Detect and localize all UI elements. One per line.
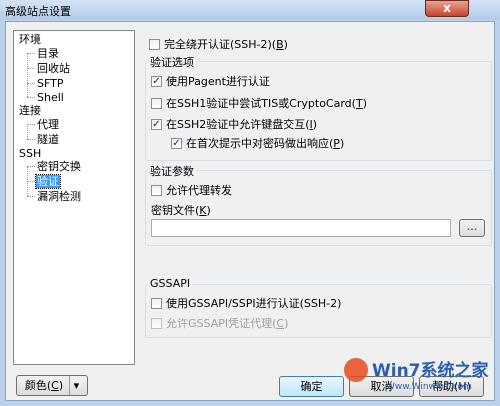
checkbox-box[interactable] <box>151 317 162 329</box>
watermark-circle <box>344 358 368 382</box>
watermark-text: Win7系统之家 <box>372 360 489 381</box>
tree-item-directory[interactable]: 目录 <box>36 47 60 60</box>
tree-line <box>27 83 35 84</box>
title-bar[interactable]: 高级站点设置 x <box>0 0 500 20</box>
checkbox-box[interactable] <box>151 97 162 109</box>
watermark-graphic: Win7系统之家 Www.Winwin7.com <box>344 358 489 392</box>
checkbox-checked[interactable]: ✓ <box>171 137 182 149</box>
tree-line <box>27 181 35 182</box>
tree-item-recycle-bin[interactable]: 回收站 <box>36 62 71 75</box>
tree-item-environment[interactable]: 环境 <box>18 33 42 46</box>
first-prompt-checkbox[interactable]: ✓ 在首次提示中对密码做出响应(P) <box>171 135 344 151</box>
tree-line <box>27 68 35 69</box>
tree-item-key-exchange[interactable]: 密钥交换 <box>36 160 82 173</box>
pagent-checkbox[interactable]: ✓ 使用Pagent进行认证 <box>151 73 270 89</box>
checkbox-box[interactable] <box>151 184 162 196</box>
checkbox-checked[interactable]: ✓ <box>151 118 162 130</box>
dialog-window: 高级站点设置 x 环境 目录 回收站 SFTP Shell 连接 代理 隧道 S… <box>0 0 500 406</box>
tree-item-connection[interactable]: 连接 <box>18 104 42 117</box>
keyfile-input[interactable] <box>151 219 451 237</box>
keyfile-label: 密钥文件(K) <box>151 204 211 217</box>
watermark-url: Www.Winwin7.com <box>386 382 472 392</box>
tree-line <box>27 139 35 140</box>
tree-item-ssh[interactable]: SSH <box>18 147 42 160</box>
pagent-label: 使用Pagent进行认证 <box>166 75 270 88</box>
close-button[interactable]: x <box>425 0 469 17</box>
checkbox-box[interactable] <box>149 38 160 50</box>
tree-item-proxy[interactable]: 代理 <box>36 118 60 131</box>
tree-item-sftp[interactable]: SFTP <box>36 77 64 90</box>
agent-forward-label: 允许代理转发 <box>166 184 232 197</box>
gssapi-delegate-label: 允许GSSAPI凭证代理(C) <box>166 317 289 330</box>
bypass-auth-label: 完全绕开认证(SSH-2)(B) <box>164 38 288 51</box>
color-button[interactable]: 颜色(C) ▾ <box>16 375 88 396</box>
auth-params-title: 验证参数 <box>148 163 196 179</box>
gssapi-delegate-checkbox[interactable]: 允许GSSAPI凭证代理(C) <box>151 315 288 331</box>
tree-item-tunnel[interactable]: 隧道 <box>36 133 60 146</box>
tree-item-bug-detection[interactable]: 漏洞检测 <box>36 190 82 203</box>
keyboard-interactive-checkbox[interactable]: ✓ 在SSH2验证中允许键盘交互(I) <box>151 116 317 132</box>
tree-item-authentication[interactable]: 验证 <box>35 174 61 189</box>
tree-line <box>27 53 28 97</box>
gssapi-use-checkbox[interactable]: 使用GSSAPI/SSPI进行认证(SSH-2) <box>151 295 341 311</box>
window-title: 高级站点设置 <box>5 5 71 18</box>
settings-panel: 完全绕开认证(SSH-2)(B) 验证选项 ✓ 使用Pagent进行认证 在SS… <box>145 30 492 365</box>
tree-line <box>27 53 35 54</box>
tree-line <box>27 124 28 139</box>
gssapi-use-label: 使用GSSAPI/SSPI进行认证(SSH-2) <box>166 297 342 310</box>
tis-label: 在SSH1验证中尝试TIS或CryptoCard(T) <box>166 97 367 110</box>
first-prompt-label: 在首次提示中对密码做出响应(P) <box>186 137 345 150</box>
gssapi-title: GSSAPI <box>148 277 193 290</box>
checkbox-checked[interactable]: ✓ <box>151 75 162 87</box>
dialog-client: 环境 目录 回收站 SFTP Shell 连接 代理 隧道 SSH 密钥交换 验… <box>5 21 495 401</box>
browse-button[interactable]: ... <box>459 219 485 237</box>
close-icon: x <box>443 1 451 15</box>
checkbox-box[interactable] <box>151 297 162 309</box>
agent-forward-checkbox[interactable]: 允许代理转发 <box>151 182 232 198</box>
tree-line <box>27 97 35 98</box>
tree-line <box>27 196 35 197</box>
category-tree[interactable]: 环境 目录 回收站 SFTP Shell 连接 代理 隧道 SSH 密钥交换 验… <box>13 30 135 365</box>
ok-button[interactable]: 确定 <box>279 376 344 397</box>
keyboard-interactive-label: 在SSH2验证中允许键盘交互(I) <box>166 118 318 131</box>
watermark-logo: Win7系统之家 Www.Winwin7.com <box>342 352 492 392</box>
tree-line <box>27 124 35 125</box>
bypass-auth-checkbox[interactable]: 完全绕开认证(SSH-2)(B) <box>149 36 288 52</box>
auth-options-title: 验证选项 <box>148 54 196 70</box>
tis-checkbox[interactable]: 在SSH1验证中尝试TIS或CryptoCard(T) <box>151 95 367 111</box>
tree-item-shell[interactable]: Shell <box>36 91 65 104</box>
chevron-down-icon: ▾ <box>68 376 79 395</box>
tree-line <box>27 166 35 167</box>
